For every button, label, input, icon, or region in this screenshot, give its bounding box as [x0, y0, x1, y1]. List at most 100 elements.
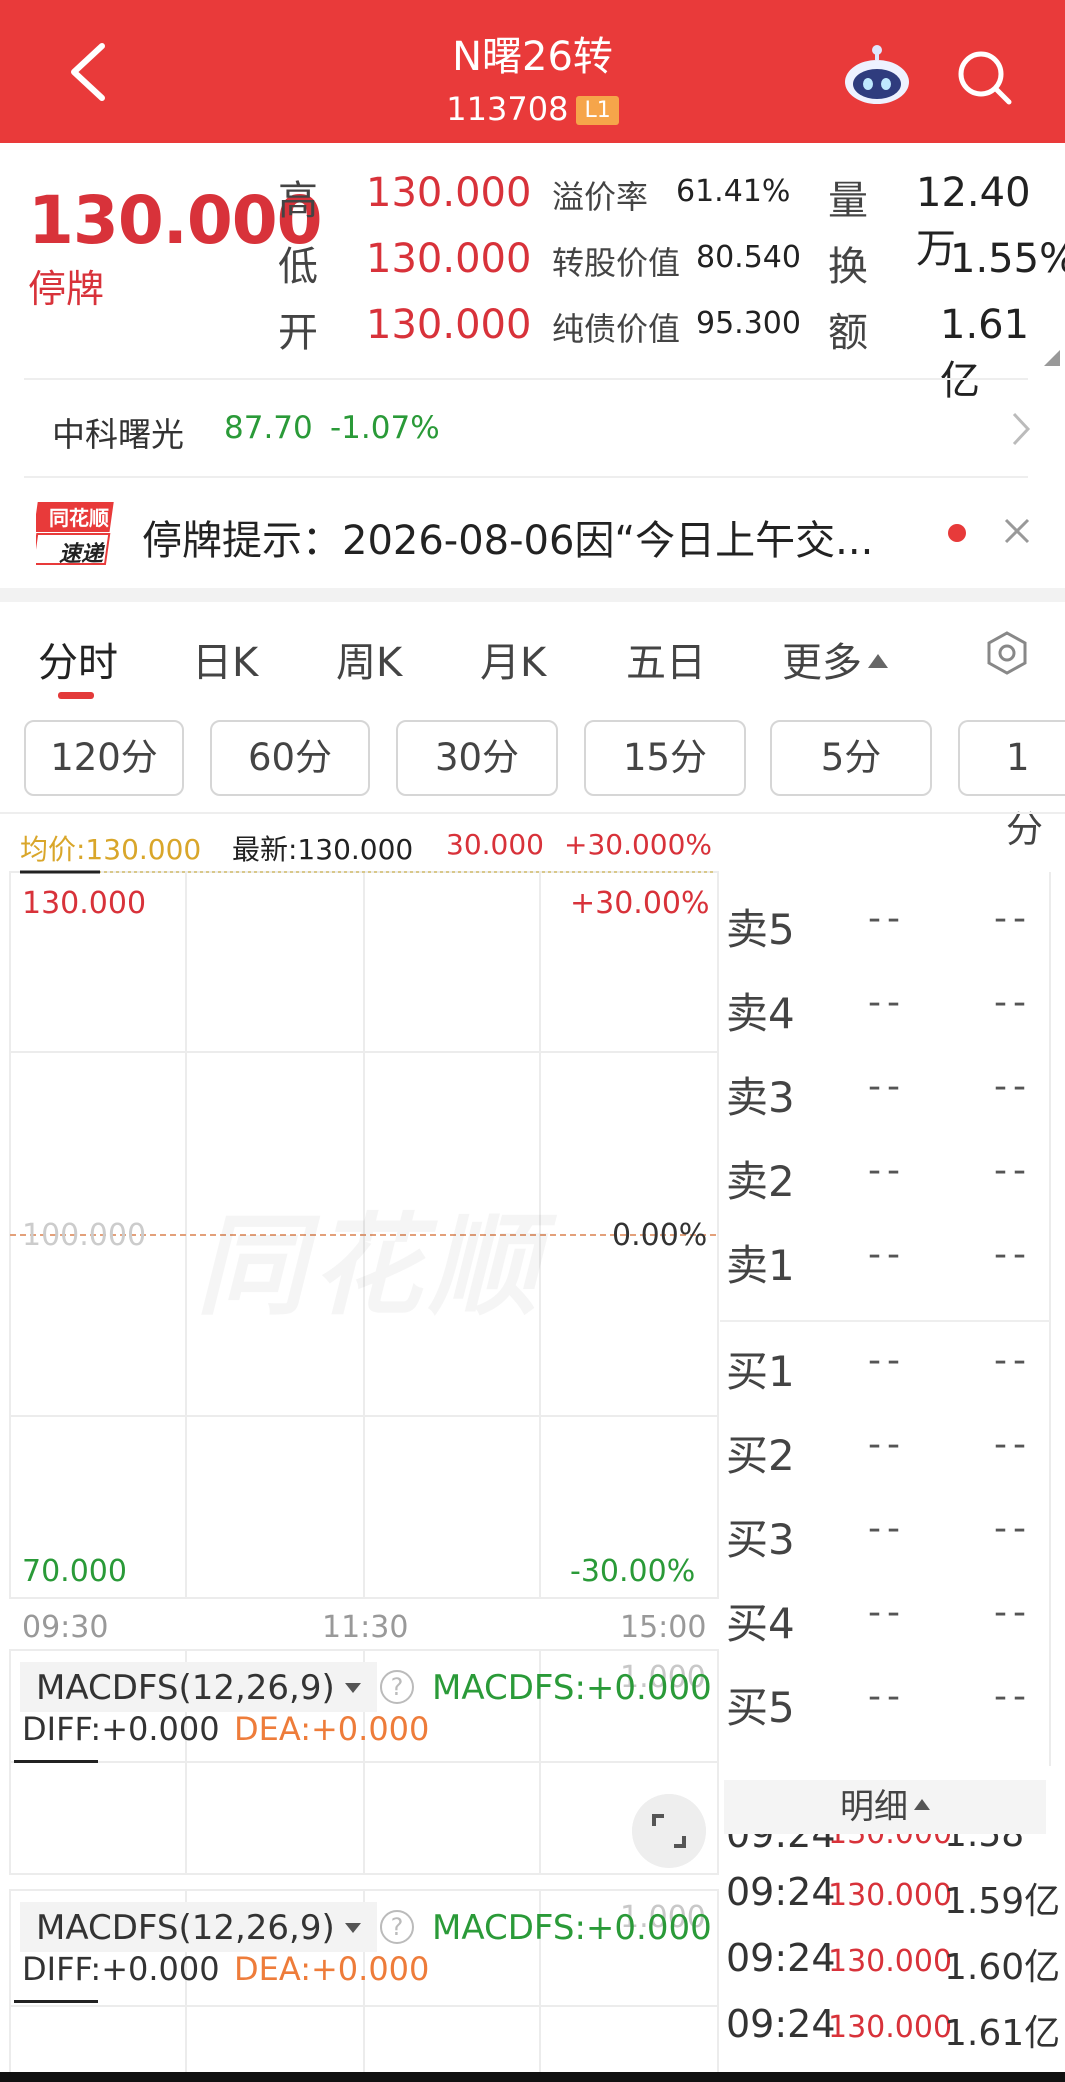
ask-3-label: 卖3	[726, 1073, 795, 1122]
help-icon[interactable]: ?	[380, 1670, 414, 1704]
unread-dot	[948, 524, 966, 542]
bid-2-volume: --	[994, 1424, 1032, 1465]
change-value: 30.000	[446, 828, 544, 861]
tab-five-day[interactable]: 五日	[626, 630, 706, 688]
period-30min-button[interactable]: 30分	[396, 720, 558, 796]
bid-5-price: --	[868, 1676, 906, 1717]
indicator-underline	[14, 1760, 98, 1763]
low-value: 130.000	[366, 236, 532, 282]
bid-4-volume: --	[994, 1592, 1032, 1633]
period-15min-button[interactable]: 15分	[584, 720, 746, 796]
underlying-stock-change: -1.07%	[330, 410, 440, 446]
bid-3-volume: --	[994, 1508, 1032, 1549]
bid-3-label: 买3	[726, 1515, 795, 1564]
low-label: 低	[278, 244, 318, 290]
macdfs-value: MACDFS:+0.000	[432, 1668, 712, 1708]
x-axis-tick: 15:00	[620, 1610, 707, 1645]
y-axis-bottom-left: 70.000	[22, 1554, 127, 1589]
open-value: 130.000	[366, 302, 532, 348]
watermark: 同花顺	[196, 1176, 544, 1336]
ask-1-price: --	[868, 1234, 906, 1275]
trade-detail-price: 130.000	[828, 1944, 953, 1979]
ask-5-volume: --	[994, 898, 1032, 939]
robot-assistant-icon[interactable]	[842, 44, 912, 106]
help-icon[interactable]: ?	[380, 1910, 414, 1944]
ask-1-label: 卖1	[726, 1241, 795, 1290]
premium-rate-value: 61.41%	[676, 174, 791, 209]
news-logo-line2: 速递	[58, 542, 103, 567]
ask-2-label: 卖2	[726, 1157, 795, 1206]
indicator-selector[interactable]: MACDFS(12,26,9)	[20, 1902, 377, 1952]
y-axis-top-right: +30.00%	[570, 886, 710, 921]
expand-icon[interactable]	[632, 1794, 706, 1868]
indicator-name: MACDFS(12,26,9)	[36, 1908, 335, 1948]
close-icon[interactable]	[1000, 514, 1034, 548]
y-axis-top-left: 130.000	[22, 886, 147, 921]
ask-3-volume: --	[994, 1066, 1032, 1107]
caret-up-icon	[914, 1799, 930, 1810]
diff-value: DIFF:+0.000	[22, 1950, 220, 1988]
open-label: 开	[278, 310, 318, 356]
y-axis-mid-right: 0.00%	[612, 1218, 708, 1253]
caret-up-icon	[868, 654, 888, 668]
ask-2-price: --	[868, 1150, 906, 1191]
bid-2-label: 买2	[726, 1431, 795, 1480]
x-axis-tick: 09:30	[22, 1610, 109, 1645]
top-header: N曙26转 113708 L1	[0, 0, 1065, 143]
bid-4-label: 买4	[726, 1599, 795, 1648]
trade-detail-amount: 1.59亿	[944, 1881, 1061, 1922]
bid-4-price: --	[868, 1592, 906, 1633]
level-badge[interactable]: L1	[576, 96, 619, 125]
system-bottom-bar	[0, 2072, 1065, 2082]
bid-1-label: 买1	[726, 1347, 795, 1396]
tab-more-label: 更多	[782, 640, 862, 686]
period-60min-button[interactable]: 60分	[210, 720, 370, 796]
turnover-label: 换	[828, 244, 868, 290]
bid-3-price: --	[868, 1508, 906, 1549]
x-axis-tick: 11:30	[322, 1610, 409, 1645]
trade-details-label: 明细	[840, 1787, 908, 1827]
security-code: 113708	[446, 90, 569, 128]
ask-4-label: 卖4	[726, 989, 795, 1038]
bid-2-price: --	[868, 1424, 906, 1465]
change-percent: +30.000%	[564, 828, 713, 861]
trade-detail-amount: 1.60亿	[944, 1947, 1061, 1988]
halt-notice-text[interactable]: 停牌提示：2026-08-06因“今日上午交...	[142, 508, 932, 566]
divider	[24, 378, 1028, 380]
tab-more[interactable]: 更多	[782, 630, 888, 688]
diff-value: DIFF:+0.000	[22, 1710, 220, 1748]
search-icon[interactable]	[955, 48, 1015, 108]
period-120min-button[interactable]: 120分	[24, 720, 184, 796]
underlying-stock-name[interactable]: 中科曙光	[52, 408, 184, 456]
bond-value: 95.300	[696, 306, 801, 341]
tab-daily-k[interactable]: 日K	[192, 630, 258, 688]
trading-status: 停牌	[28, 267, 105, 311]
latest-price-label: 最新:130.000	[232, 833, 414, 866]
indicator-selector[interactable]: MACDFS(12,26,9)	[20, 1662, 377, 1712]
tab-monthly-k[interactable]: 月K	[480, 630, 546, 688]
divider	[24, 476, 1028, 478]
high-label: 高	[278, 178, 318, 224]
amount-label: 额	[828, 310, 868, 356]
dea-value: DEA:+0.000	[234, 1710, 430, 1748]
chevron-right-icon[interactable]	[1010, 410, 1032, 448]
ask-1-volume: --	[994, 1234, 1032, 1275]
macdfs-value: MACDFS:+0.000	[432, 1908, 712, 1948]
tab-weekly-k[interactable]: 周K	[336, 630, 402, 688]
trade-details-toggle[interactable]: 明细	[724, 1780, 1046, 1834]
y-axis-mid-left: 100.000	[22, 1218, 147, 1253]
dea-value: DEA:+0.000	[234, 1950, 430, 1988]
premium-rate-label: 溢价率	[552, 178, 649, 216]
turnover-value: 1.55%	[950, 236, 1065, 282]
collapse-corner-icon[interactable]	[1044, 350, 1060, 366]
settings-icon[interactable]	[984, 630, 1030, 676]
period-1min-button[interactable]: 1分	[958, 720, 1065, 851]
tab-intraday[interactable]: 分时	[38, 630, 118, 688]
ask-3-price: --	[868, 1066, 906, 1107]
trade-detail-price: 130.000	[828, 1878, 953, 1913]
section-band	[0, 588, 1065, 602]
conversion-value-label: 转股价值	[552, 244, 681, 282]
period-5min-button[interactable]: 5分	[770, 720, 932, 796]
trade-detail-price: 130.000	[828, 2010, 953, 2045]
y-axis-bottom-right: -30.00%	[570, 1554, 696, 1589]
